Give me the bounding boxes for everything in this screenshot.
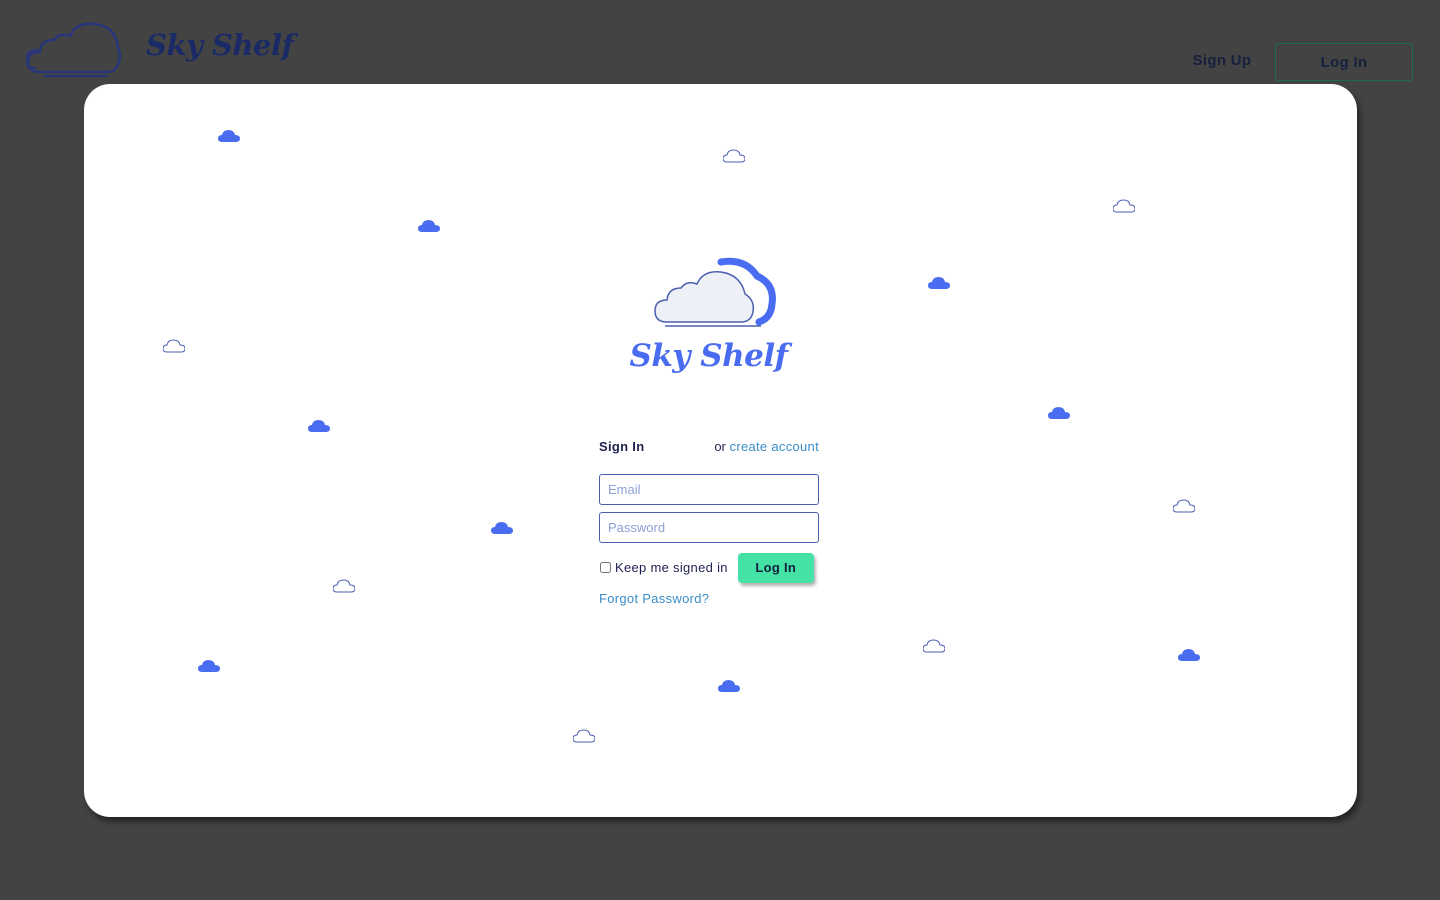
login-modal: Sky Shelf Sign In or create account Keep… (84, 84, 1357, 817)
password-input[interactable] (599, 512, 819, 543)
sign-in-form: Sign In or create account Keep me signed… (599, 439, 819, 606)
cloud-icon (333, 579, 355, 593)
create-account-prompt: or create account (714, 439, 819, 454)
cloud-icon (723, 149, 745, 163)
cloud-icon (1178, 649, 1200, 661)
create-account-link[interactable]: create account (730, 439, 819, 454)
cloud-icon (923, 639, 945, 653)
cloud-icon (718, 680, 740, 692)
or-text: or (714, 439, 726, 454)
sign-in-title: Sign In (599, 439, 645, 454)
brand-title: Sky Shelf (629, 338, 788, 374)
cloud-icon (573, 729, 595, 743)
email-input[interactable] (599, 474, 819, 505)
cloud-icon (308, 420, 330, 432)
login-button[interactable]: Log In (737, 552, 814, 583)
brand-name[interactable]: Sky Shelf (146, 28, 294, 62)
keep-signed-in-label[interactable]: Keep me signed in (615, 560, 728, 575)
cloud-icon (1113, 199, 1135, 213)
forgot-password-link[interactable]: Forgot Password? (599, 591, 819, 606)
cloud-icon (418, 220, 440, 232)
cloud-icon (218, 130, 240, 142)
signup-link[interactable]: Sign Up (1180, 52, 1264, 69)
login-row: Keep me signed in Log In (599, 552, 819, 583)
cloud-icon (928, 277, 950, 289)
keep-signed-in-checkbox[interactable] (600, 562, 611, 573)
cloud-logo-icon[interactable] (26, 20, 122, 78)
header-login-button[interactable]: Log In (1275, 43, 1413, 81)
cloud-icon (198, 660, 220, 672)
cloud-logo-icon (654, 257, 776, 327)
form-header: Sign In or create account (599, 439, 819, 459)
cloud-icon (1173, 499, 1195, 513)
cloud-icon (1048, 407, 1070, 419)
cloud-icon (491, 522, 513, 534)
